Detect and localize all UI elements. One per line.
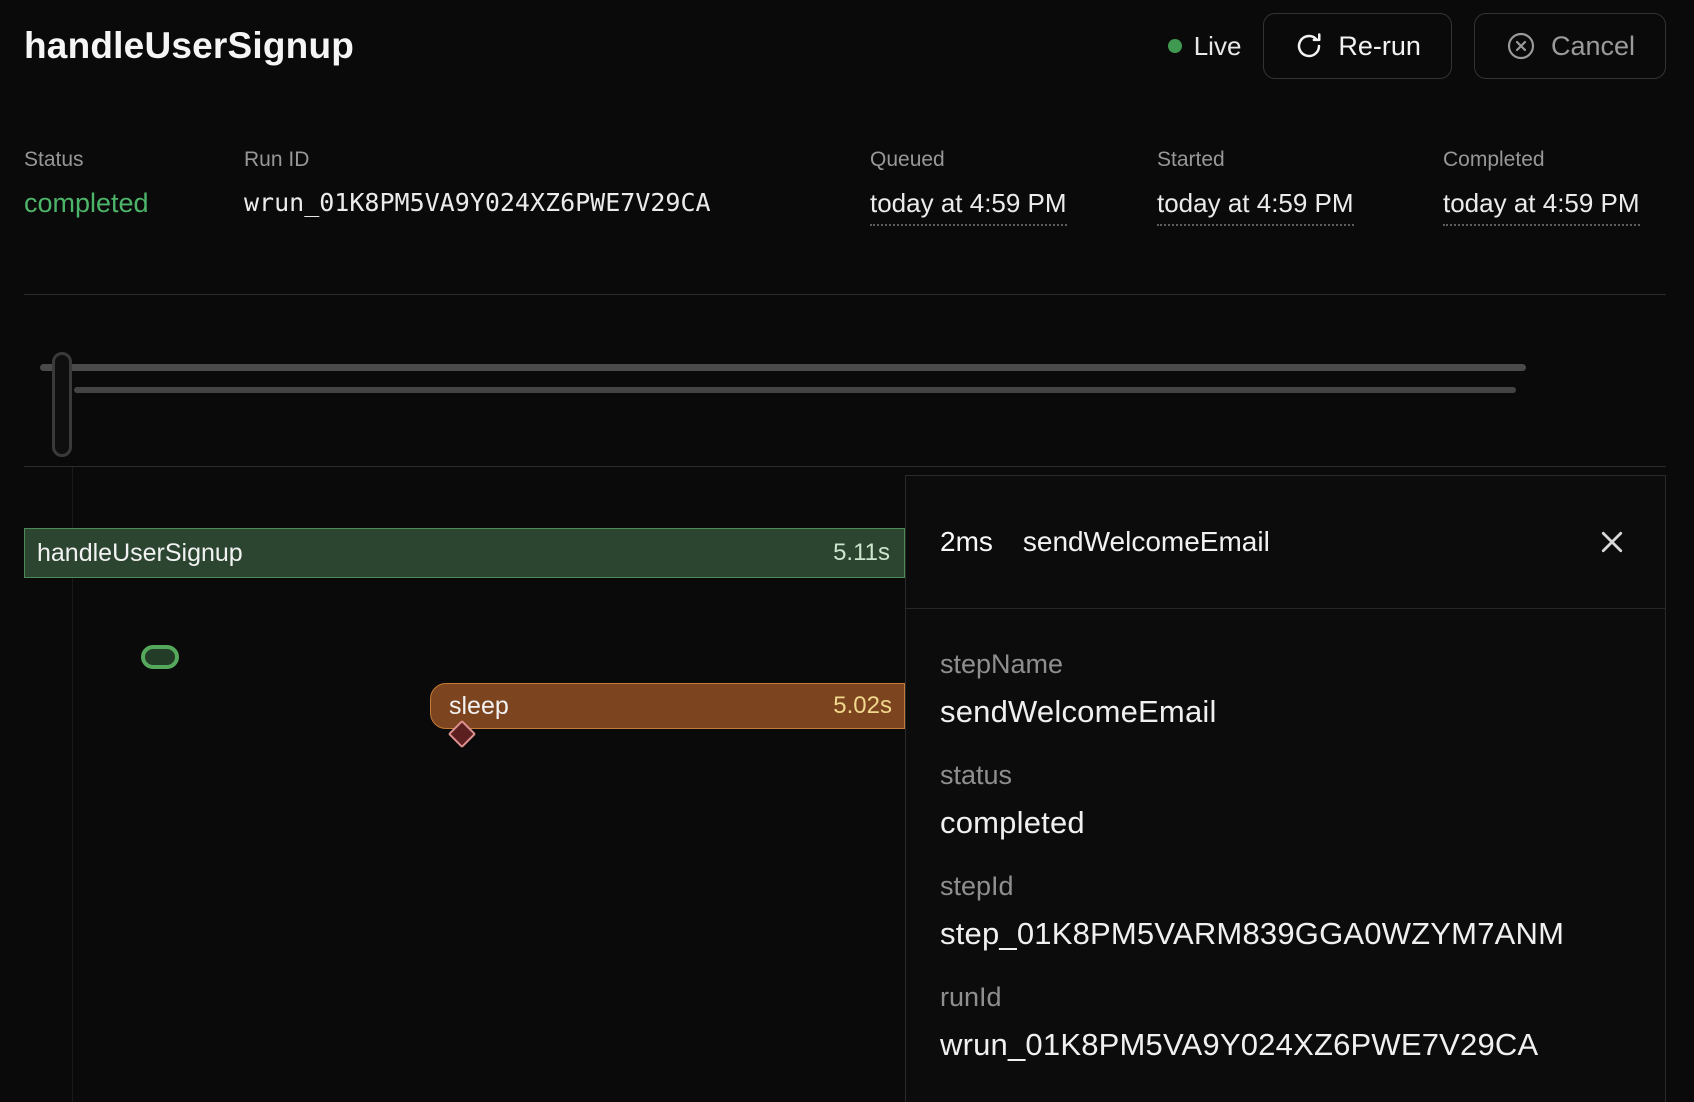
step-detail-panel: 2ms sendWelcomeEmail stepName sendWelcom… — [905, 475, 1666, 1102]
span-duration: 5.02s — [833, 692, 892, 720]
gantt-step-pill-marker[interactable] — [141, 645, 179, 669]
rerun-button[interactable]: Re-run — [1263, 13, 1452, 79]
divider — [24, 294, 1666, 295]
scrubber-brush-handle[interactable] — [52, 352, 72, 457]
step-detail-body: stepName sendWelcomeEmail status complet… — [906, 609, 1665, 1063]
circle-x-icon — [1505, 30, 1537, 62]
meta-label: Run ID — [244, 148, 870, 172]
page-title: handleUserSignup — [24, 25, 354, 67]
divider — [24, 466, 1666, 467]
live-label: Live — [1194, 31, 1242, 62]
meta-label: Status — [24, 148, 244, 172]
minimap-span-line-root — [40, 364, 1526, 371]
step-duration: 2ms — [940, 526, 993, 558]
meta-label: Completed — [1443, 148, 1666, 172]
span-name: handleUserSignup — [37, 539, 243, 568]
step-title: sendWelcomeEmail — [1023, 526, 1270, 558]
field-value: wrun_01K8PM5VA9Y024XZ6PWE7V29CA — [940, 1027, 1631, 1063]
meta-queued: Queued today at 4:59 PM — [870, 148, 1157, 226]
status-value: completed — [24, 188, 244, 219]
gantt-bar-handleUserSignup[interactable]: handleUserSignup 5.11s — [24, 528, 905, 578]
field-label: stepId — [940, 871, 1631, 902]
field-value: step_01K8PM5VARM839GGA0WZYM7ANM — [940, 916, 1631, 952]
span-duration: 5.11s — [833, 539, 890, 567]
completed-time-value[interactable]: today at 4:59 PM — [1443, 188, 1640, 226]
gantt-bar-sleep[interactable]: sleep 5.02s — [430, 683, 905, 729]
refresh-icon — [1294, 31, 1324, 61]
workflow-run-page: handleUserSignup Live Re-run Cancel — [0, 0, 1694, 1102]
run-metadata-row: Status completed Run ID wrun_01K8PM5VA9Y… — [24, 148, 1666, 226]
meta-label: Queued — [870, 148, 1157, 172]
started-time-value[interactable]: today at 4:59 PM — [1157, 188, 1354, 226]
meta-run-id: Run ID wrun_01K8PM5VA9Y024XZ6PWE7V29CA — [244, 148, 870, 226]
minimap-span-line-sleep — [74, 387, 1516, 393]
meta-label: Started — [1157, 148, 1443, 172]
run-id-value: wrun_01K8PM5VA9Y024XZ6PWE7V29CA — [244, 188, 870, 217]
top-bar: handleUserSignup Live Re-run Cancel — [24, 0, 1666, 92]
field-stepId: stepId step_01K8PM5VARM839GGA0WZYM7ANM — [940, 871, 1631, 952]
queued-time-value[interactable]: today at 4:59 PM — [870, 188, 1067, 226]
field-label: runId — [940, 982, 1631, 1013]
cancel-button[interactable]: Cancel — [1474, 13, 1666, 79]
live-status-dot — [1168, 39, 1182, 53]
cancel-label: Cancel — [1551, 31, 1635, 62]
field-status: status completed — [940, 760, 1631, 841]
meta-status: Status completed — [24, 148, 244, 226]
field-label: stepName — [940, 649, 1631, 680]
field-runId: runId wrun_01K8PM5VA9Y024XZ6PWE7V29CA — [940, 982, 1631, 1063]
span-name: sleep — [449, 692, 509, 721]
field-label: status — [940, 760, 1631, 791]
step-detail-header: 2ms sendWelcomeEmail — [906, 476, 1665, 609]
meta-started: Started today at 4:59 PM — [1157, 148, 1443, 226]
field-stepName: stepName sendWelcomeEmail — [940, 649, 1631, 730]
close-icon — [1597, 545, 1627, 560]
live-indicator: Live — [1168, 31, 1242, 62]
meta-completed: Completed today at 4:59 PM — [1443, 148, 1666, 226]
rerun-label: Re-run — [1338, 31, 1421, 62]
field-value: sendWelcomeEmail — [940, 694, 1631, 730]
field-value: completed — [940, 805, 1631, 841]
top-actions: Live Re-run Cancel — [1168, 13, 1666, 79]
close-button[interactable] — [1593, 523, 1631, 561]
